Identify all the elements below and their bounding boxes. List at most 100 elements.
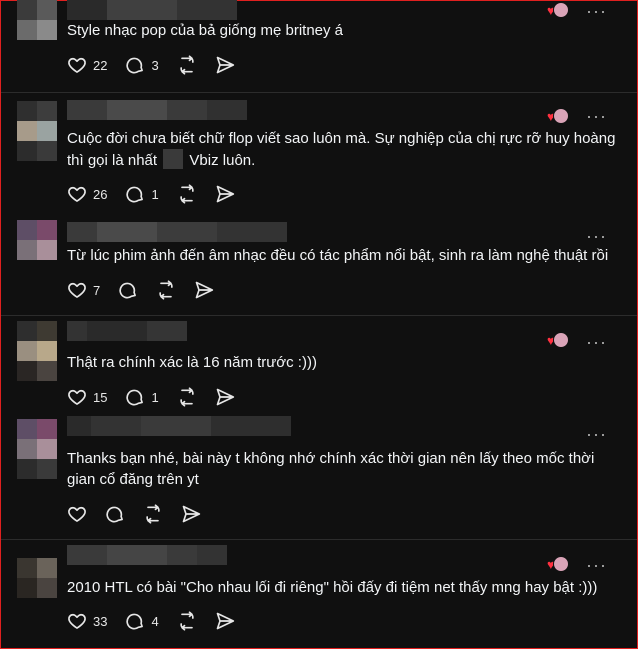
comment-5: ··· Thanks bạn nhé, bài này t không nhớ … xyxy=(1,413,637,539)
repost-button[interactable] xyxy=(177,611,197,631)
action-bar: 33 4 xyxy=(67,611,253,631)
heart-outline-icon xyxy=(68,613,86,629)
reaction-avatars[interactable]: ♥ xyxy=(547,556,569,572)
username-blurred[interactable] xyxy=(67,222,287,242)
like-button[interactable]: 33 xyxy=(67,611,107,631)
reaction-avatars[interactable]: ♥ xyxy=(547,2,569,18)
heart-outline-icon xyxy=(68,282,86,298)
action-bar: 15 1 xyxy=(67,387,253,407)
send-icon xyxy=(216,185,234,203)
send-icon xyxy=(216,56,234,74)
username-blurred[interactable] xyxy=(67,545,227,565)
comment-2: ♥ ··· Cuộc đời chưa biết chữ flop viết s… xyxy=(1,93,637,213)
comment-text-line-1: Thanks bạn nhé, bài này t không nhớ chín… xyxy=(67,450,595,467)
reply-count: 1 xyxy=(151,186,159,202)
username-blurred[interactable] xyxy=(67,0,237,20)
like-count: 26 xyxy=(93,186,108,202)
comment-text-pre: thì gọi là nhất xyxy=(67,152,158,169)
avatar-lower xyxy=(17,361,57,381)
share-button[interactable] xyxy=(215,387,235,407)
send-icon xyxy=(182,505,201,523)
action-bar xyxy=(67,504,219,524)
reply-button[interactable] xyxy=(118,280,138,300)
more-dots-icon[interactable]: ··· xyxy=(586,556,607,574)
like-count: 33 xyxy=(93,613,108,629)
avatar[interactable] xyxy=(17,321,57,361)
comment-4: ♥ ··· Thật ra chính xác là 16 năm trước … xyxy=(1,316,637,413)
comment-text: Cuộc đời chưa biết chữ flop viết sao luô… xyxy=(67,128,617,171)
username-blurred[interactable] xyxy=(67,416,291,436)
more-dots-icon[interactable]: ··· xyxy=(586,2,607,20)
comment-bubble-icon xyxy=(126,613,144,630)
comment-text: Thanks bạn nhé, bài này t không nhớ chín… xyxy=(67,448,617,490)
share-button[interactable] xyxy=(194,280,214,300)
reaction-avatars[interactable]: ♥ xyxy=(547,332,569,348)
heart-outline-icon xyxy=(68,389,86,405)
repost-icon xyxy=(180,611,194,631)
repost-icon xyxy=(159,280,173,300)
comment-text-line-2: thì gọi là nhất Vbiz luôn. xyxy=(67,149,617,171)
avatar[interactable] xyxy=(17,419,57,459)
comment-bubble-icon xyxy=(119,282,137,299)
repost-button[interactable] xyxy=(177,184,197,204)
like-count: 15 xyxy=(93,389,108,405)
comment-bubble-icon xyxy=(126,186,144,203)
reply-button[interactable]: 4 xyxy=(125,611,159,631)
repost-button[interactable] xyxy=(177,387,197,407)
avatar-lower xyxy=(17,141,57,161)
username-blurred[interactable] xyxy=(67,100,247,120)
reply-count: 1 xyxy=(151,389,159,405)
like-button[interactable] xyxy=(67,504,87,524)
repost-icon xyxy=(146,504,160,524)
repost-icon xyxy=(180,55,194,75)
comment-bubble-icon xyxy=(126,57,144,74)
comment-6: ♥ ··· 2010 HTL có bài "Cho nhau lối đi r… xyxy=(1,540,637,647)
heart-outline-icon xyxy=(68,57,86,73)
comment-bubble-icon xyxy=(106,506,123,523)
comment-text: Thật ra chính xác là 16 năm trước :))) xyxy=(67,354,317,371)
reaction-avatars[interactable]: ♥ xyxy=(547,108,569,124)
like-count: 7 xyxy=(93,282,101,298)
reply-button[interactable] xyxy=(105,504,125,524)
repost-button[interactable] xyxy=(156,280,176,300)
comment-text: Từ lúc phim ảnh đến âm nhạc đều có tác p… xyxy=(67,247,609,264)
like-button[interactable]: 26 xyxy=(67,184,107,204)
reply-button[interactable]: 1 xyxy=(125,387,159,407)
more-dots-icon[interactable]: ··· xyxy=(586,107,607,125)
send-icon xyxy=(195,281,214,299)
reply-button[interactable]: 1 xyxy=(125,184,159,204)
comment-1: ♥ ··· Style nhạc pop của bả giống mẹ bri… xyxy=(1,0,637,92)
repost-button[interactable] xyxy=(143,504,163,524)
share-button[interactable] xyxy=(215,55,235,75)
reply-count: 4 xyxy=(151,613,159,629)
avatar[interactable] xyxy=(17,101,57,141)
more-dots-icon[interactable]: ··· xyxy=(586,227,607,245)
send-icon xyxy=(216,612,234,630)
like-button[interactable]: 15 xyxy=(67,387,107,407)
share-button[interactable] xyxy=(215,184,235,204)
avatar[interactable] xyxy=(17,0,57,40)
action-bar: 22 3 xyxy=(67,55,253,75)
comment-text: Style nhạc pop của bả giống mẹ britney á xyxy=(67,22,344,39)
comment-text-line-2: gian cổ đăng trên yt xyxy=(67,471,199,488)
comment-bubble-icon xyxy=(126,389,144,406)
blurred-word xyxy=(163,149,184,169)
repost-icon xyxy=(180,387,194,407)
avatar[interactable] xyxy=(17,558,57,598)
like-button[interactable]: 22 xyxy=(67,55,107,75)
more-dots-icon[interactable]: ··· xyxy=(586,425,607,443)
comment-text-line-1: Cuộc đời chưa biết chữ flop viết sao luô… xyxy=(67,130,616,147)
avatar[interactable] xyxy=(17,220,57,260)
like-count: 22 xyxy=(93,57,108,73)
username-blurred[interactable] xyxy=(67,321,187,341)
heart-outline-icon xyxy=(68,186,86,202)
share-button[interactable] xyxy=(215,611,235,631)
repost-button[interactable] xyxy=(177,55,197,75)
comment-text-post: Vbiz luôn. xyxy=(189,152,256,169)
comment-3: ··· Từ lúc phim ảnh đến âm nhạc đều có t… xyxy=(1,213,637,315)
reply-count: 3 xyxy=(151,57,159,73)
reply-button[interactable]: 3 xyxy=(125,55,159,75)
share-button[interactable] xyxy=(181,504,201,524)
more-dots-icon[interactable]: ··· xyxy=(586,333,607,351)
like-button[interactable]: 7 xyxy=(67,280,100,300)
